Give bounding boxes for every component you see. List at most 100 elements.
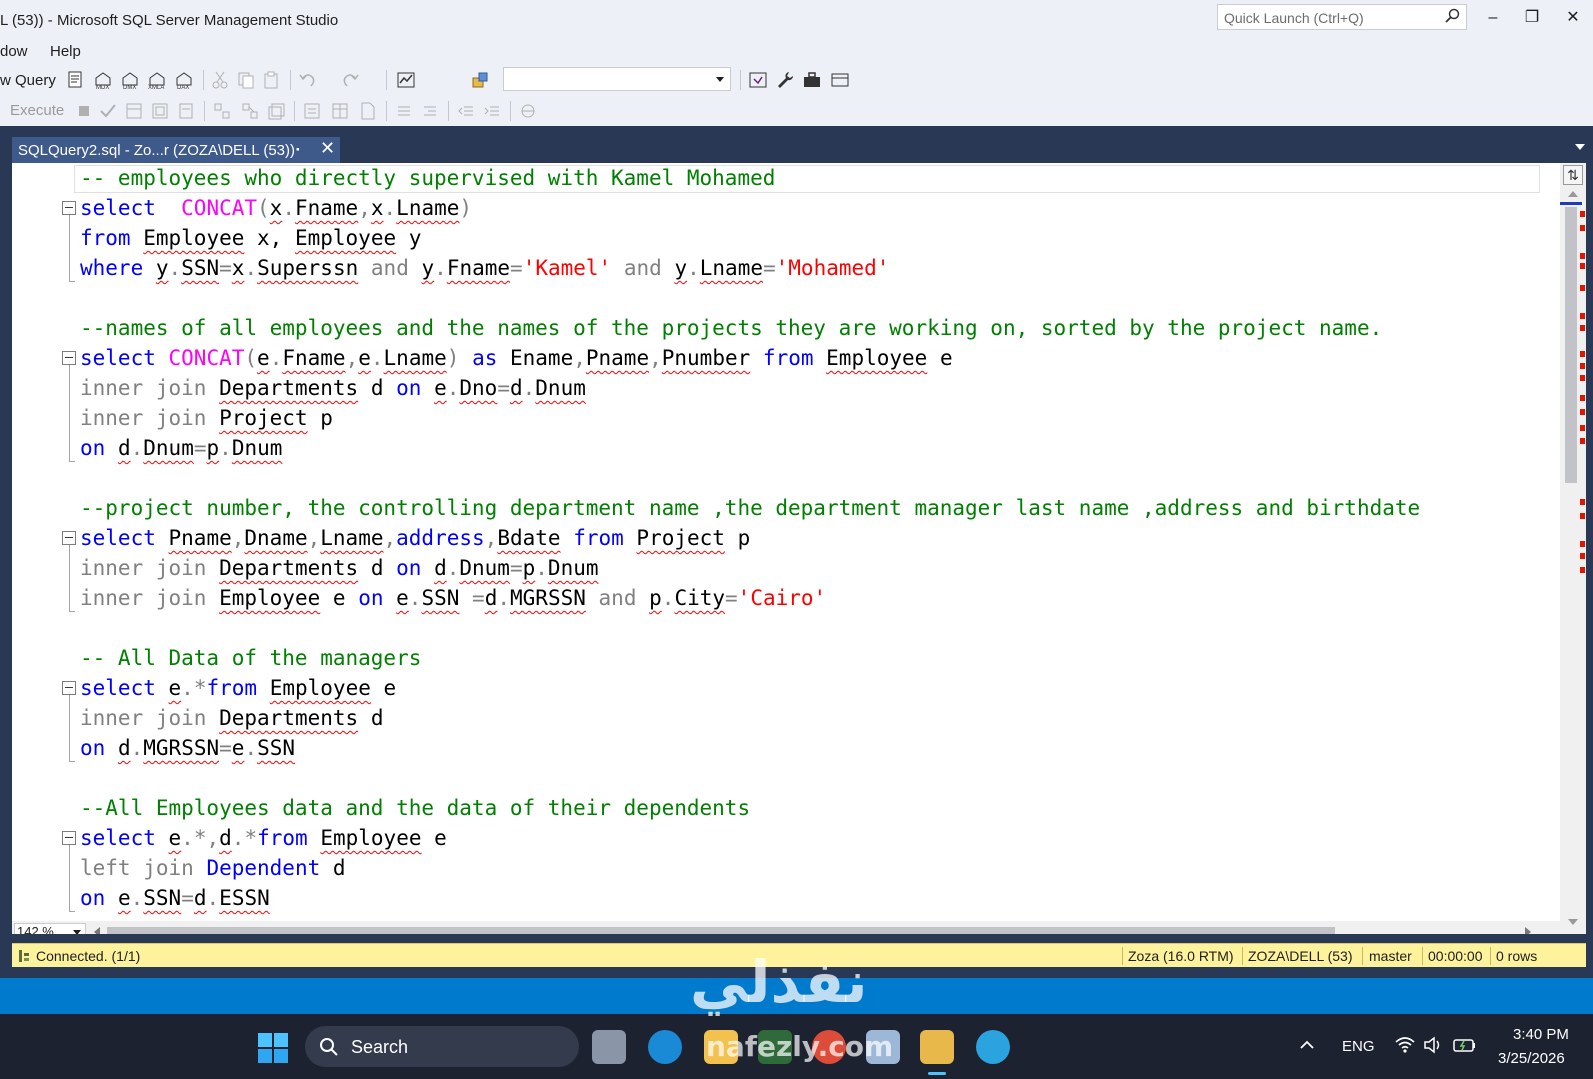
code-token: on [396, 376, 422, 400]
code-line[interactable]: --project number, the controlling depart… [80, 493, 1420, 523]
query-designer-icon[interactable] [150, 101, 170, 121]
quick-launch-input[interactable]: Quick Launch (Ctrl+Q) [1217, 4, 1467, 30]
collapse-region-icon[interactable] [62, 831, 76, 845]
code-line[interactable]: on e.SSN=d.ESSN [80, 883, 270, 913]
code-line[interactable]: on d.MGRSSN=e.SSN [80, 733, 295, 763]
collapse-region-icon[interactable] [62, 681, 76, 695]
edge-browser-icon[interactable] [648, 1030, 682, 1064]
copy-icon[interactable] [236, 70, 256, 90]
query-options-icon[interactable] [176, 101, 196, 121]
dmx-query-icon[interactable]: DMX [120, 70, 140, 90]
code-token: , [345, 346, 359, 370]
code-line[interactable]: select CONCAT(x.Fname,x.Lname) [80, 193, 472, 223]
comment-out-icon[interactable] [394, 101, 414, 121]
battery-charging-icon[interactable] [1453, 1036, 1477, 1054]
scroll-down-icon[interactable] [1568, 919, 1578, 925]
code-line[interactable]: on d.Dnum=p.Dnum [80, 433, 282, 463]
code-line[interactable]: inner join Departments d on e.Dno=d.Dnum [80, 373, 586, 403]
new-query-button[interactable]: w Query [0, 72, 56, 89]
display-plan-icon[interactable] [124, 101, 144, 121]
client-statistics-icon[interactable] [266, 101, 286, 121]
scroll-left-icon[interactable] [94, 927, 100, 934]
sql-editor[interactable]: -- employees who directly supervised wit… [12, 163, 1586, 934]
toolbox-icon[interactable] [802, 70, 822, 90]
code-line[interactable]: select Pname,Dname,Lname,address,Bdate f… [80, 523, 750, 553]
code-line[interactable]: --names of all employees and the names o… [80, 313, 1382, 343]
dax-query-icon[interactable]: DAX [174, 70, 194, 90]
actual-plan-icon[interactable] [240, 101, 260, 121]
collapse-region-icon[interactable] [62, 531, 76, 545]
show-hidden-icons-chevron-icon[interactable] [1300, 1040, 1314, 1050]
window-layout-icon[interactable] [830, 70, 850, 90]
task-view-icon[interactable] [592, 1030, 626, 1064]
code-line[interactable]: select e.*,d.*from Employee e [80, 823, 447, 853]
zoom-dropdown[interactable]: 142 % [14, 923, 86, 934]
close-window-button[interactable]: ✕ [1558, 6, 1588, 30]
increase-indent-icon[interactable] [482, 101, 502, 121]
object-explorer-icon[interactable] [470, 70, 490, 90]
vertical-scrollbar[interactable]: ⇅ [1560, 163, 1586, 934]
code-line[interactable]: inner join Departments d on d.Dnum=p.Dnu… [80, 553, 599, 583]
execute-button[interactable]: Execute [10, 102, 64, 119]
scroll-up-icon[interactable] [1568, 191, 1578, 197]
code-line[interactable]: -- All Data of the managers [80, 643, 421, 673]
parse-check-icon[interactable] [98, 101, 118, 121]
collapse-region-icon[interactable] [62, 351, 76, 365]
solution-explorer-icon[interactable] [748, 70, 768, 90]
volume-icon[interactable] [1423, 1036, 1443, 1054]
code-line[interactable]: select e.*from Employee e [80, 673, 396, 703]
clock-time[interactable]: 3:40 PM [1513, 1026, 1569, 1043]
language-indicator[interactable]: ENG [1342, 1038, 1375, 1055]
tab-sqlquery2[interactable]: SQLQuery2.sql - Zo...r (ZOZA\DELL (53)) … [12, 137, 340, 163]
results-to-text-icon[interactable] [302, 101, 322, 121]
code-line[interactable]: inner join Departments d [80, 703, 383, 733]
code-line[interactable]: from Employee x, Employee y [80, 223, 421, 253]
decrease-indent-icon[interactable] [456, 101, 476, 121]
minimize-button[interactable]: – [1478, 6, 1508, 30]
mdx-query-icon[interactable]: MDX [93, 70, 113, 90]
code-token: inner join [80, 586, 207, 610]
available-databases-dropdown[interactable] [503, 67, 731, 91]
pin-icon[interactable]: ⬝ [296, 141, 300, 157]
chevron-down-icon[interactable] [1575, 144, 1585, 150]
code-token: Project [636, 526, 725, 550]
scroll-right-icon[interactable] [1525, 927, 1531, 934]
undo-icon[interactable] [298, 70, 318, 90]
close-tab-icon[interactable]: ✕ [320, 138, 335, 159]
cut-icon[interactable] [210, 70, 230, 90]
code-line[interactable]: inner join Project p [80, 403, 333, 433]
scroll-thumb[interactable] [1565, 207, 1577, 483]
properties-wrench-icon[interactable] [775, 70, 795, 90]
menu-help[interactable]: Help [50, 43, 81, 60]
code-line[interactable]: where y.SSN=x.Superssn and y.Fname='Kame… [80, 253, 889, 283]
code-line[interactable]: select CONCAT(e.Fname,e.Lname) as Ename,… [80, 343, 953, 373]
results-to-grid-icon[interactable] [330, 101, 350, 121]
collapse-region-icon[interactable] [62, 201, 76, 215]
code-line[interactable]: left join Dependent d [80, 853, 346, 883]
menu-window[interactable]: dow [0, 43, 28, 60]
horizontal-scroll-thumb[interactable] [107, 927, 1335, 934]
clock-date[interactable]: 3/25/2026 [1498, 1050, 1565, 1067]
toolbar-separator [386, 70, 387, 90]
ssms-app-icon[interactable] [920, 1030, 954, 1064]
intellisense-icon[interactable] [212, 101, 232, 121]
results-to-file-icon[interactable] [358, 101, 378, 121]
telegram-icon[interactable] [976, 1030, 1010, 1064]
split-window-icon[interactable]: ⇅ [1563, 165, 1583, 185]
taskbar-search[interactable]: Search [305, 1026, 579, 1067]
cancel-query-icon[interactable] [74, 101, 94, 121]
paste-icon[interactable] [262, 70, 282, 90]
xmla-query-icon[interactable]: XMLA [147, 70, 167, 90]
specify-values-icon[interactable] [518, 101, 538, 121]
windows-start-icon[interactable] [257, 1032, 289, 1064]
redo-icon[interactable] [340, 70, 360, 90]
code-line[interactable]: -- employees who directly supervised wit… [80, 163, 775, 193]
database-engine-query-icon[interactable] [66, 70, 86, 90]
code-token: where [80, 256, 144, 280]
code-line[interactable]: --All Employees data and the data of the… [80, 793, 750, 823]
wifi-icon[interactable] [1395, 1036, 1415, 1054]
code-line[interactable]: inner join Employee e on e.SSN =d.MGRSSN… [80, 583, 826, 613]
uncomment-icon[interactable] [420, 101, 440, 121]
restore-button[interactable]: ❐ [1517, 6, 1547, 30]
activity-monitor-icon[interactable] [396, 70, 416, 90]
